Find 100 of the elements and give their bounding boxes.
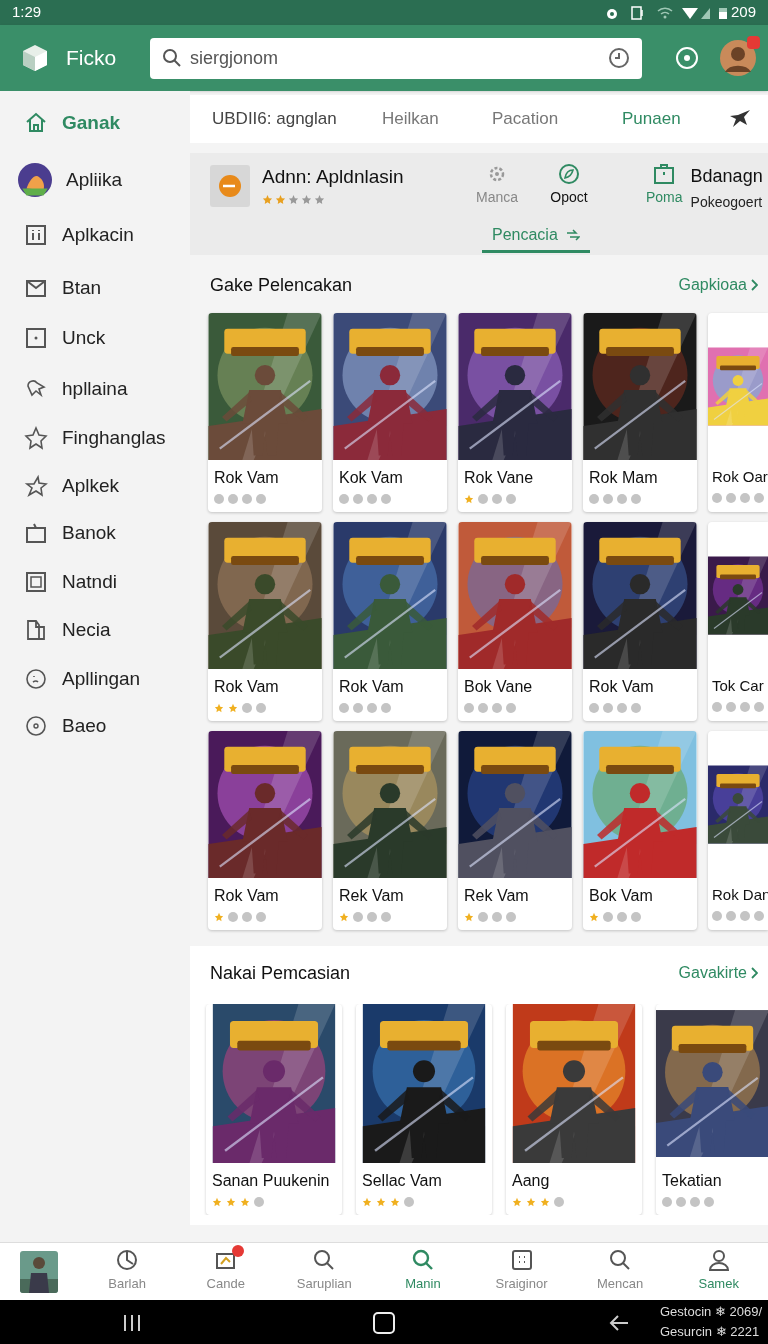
sidebar-item[interactable]: Btan bbox=[0, 266, 190, 310]
game-card[interactable]: Tekatian bbox=[656, 1004, 768, 1215]
sidebar-item[interactable]: Unck bbox=[0, 316, 190, 360]
tab[interactable]: Heilkan bbox=[382, 106, 492, 132]
game-card[interactable]: Bok Vane bbox=[458, 522, 572, 721]
side-title: Bdanagn bbox=[690, 165, 763, 188]
sidebar-item[interactable]: Aplkacin bbox=[0, 213, 190, 257]
rating-dot-icon bbox=[712, 910, 722, 921]
nav-tab[interactable]: Samek bbox=[669, 1249, 768, 1294]
nav-tab[interactable]: Barlah bbox=[77, 1249, 177, 1294]
game-title: Rok Oar bbox=[712, 467, 768, 487]
game-card[interactable]: Rek Vam bbox=[458, 731, 572, 930]
timer-icon bbox=[116, 1249, 139, 1272]
sidebar-item[interactable]: Necia bbox=[0, 608, 190, 652]
sidebar-item[interactable]: Apliika bbox=[0, 158, 190, 202]
action-button[interactable]: Opoct bbox=[536, 163, 602, 208]
rating-dot-icon bbox=[506, 703, 516, 713]
avatar-icon[interactable] bbox=[720, 40, 756, 76]
sidebar-item[interactable]: hpllaina bbox=[0, 367, 190, 411]
game-title: Tekatian bbox=[662, 1171, 723, 1191]
nav-tab[interactable]: Cande bbox=[176, 1249, 276, 1294]
star-icon bbox=[339, 912, 349, 922]
compass-icon[interactable] bbox=[674, 45, 700, 71]
clock-icon[interactable] bbox=[608, 47, 630, 69]
home-button-icon[interactable] bbox=[373, 1312, 395, 1334]
document-icon bbox=[24, 618, 48, 642]
game-card[interactable]: Rok Vam bbox=[333, 522, 447, 721]
rating-dot-icon bbox=[242, 912, 252, 922]
sidebar-item[interactable]: Ganak bbox=[0, 101, 190, 145]
search-icon bbox=[162, 48, 182, 68]
rating-dot-icon bbox=[740, 910, 750, 921]
nav-tab[interactable]: Sraiginor bbox=[472, 1249, 571, 1294]
rating-dot-icon bbox=[492, 912, 502, 922]
search-icon bbox=[411, 1249, 434, 1272]
person-icon bbox=[707, 1249, 730, 1272]
back-icon[interactable] bbox=[609, 1314, 629, 1332]
tab[interactable]: UBDII6: agnglan bbox=[212, 106, 382, 132]
nav-tab[interactable]: Manin bbox=[373, 1249, 473, 1294]
game-card[interactable]: Tok Car bbox=[708, 522, 768, 721]
rating-dot-icon bbox=[492, 494, 502, 504]
game-card[interactable]: Bok Vam bbox=[583, 731, 697, 930]
rating-dot-icon bbox=[589, 494, 599, 504]
rating-dot-icon bbox=[367, 912, 377, 922]
game-card[interactable]: Kok Vam bbox=[333, 313, 447, 512]
game-title: Rok Mam bbox=[589, 468, 659, 488]
game-card[interactable]: Sellac Vam bbox=[356, 1004, 492, 1215]
search-bar[interactable]: siergjonom bbox=[150, 37, 642, 79]
game-card[interactable]: Rek Vam bbox=[333, 731, 447, 930]
nav-tab[interactable]: Saruplian bbox=[275, 1249, 374, 1294]
game-title: Rok Vam bbox=[339, 677, 405, 697]
sidebar-item[interactable]: Apllingan bbox=[0, 657, 190, 701]
system-info-text: Gestocin ❄ 2069/ bbox=[660, 1303, 763, 1321]
game-card[interactable]: Rok Vane bbox=[458, 313, 572, 512]
recent-apps-icon[interactable] bbox=[122, 1314, 142, 1332]
star-icon bbox=[226, 1197, 236, 1207]
folder-icon bbox=[24, 521, 48, 545]
game-card[interactable]: Rok Vam bbox=[208, 313, 322, 512]
rating-dot-icon bbox=[367, 494, 377, 504]
game-card[interactable]: Rok Vam bbox=[208, 731, 322, 930]
sidebar-item[interactable]: Natndi bbox=[0, 560, 190, 604]
rating-dot-icon bbox=[712, 701, 722, 712]
nav-tab[interactable]: Mencan bbox=[570, 1249, 670, 1294]
search-input[interactable]: siergjonom bbox=[190, 44, 600, 72]
rating-dot-icon bbox=[228, 912, 238, 922]
side-action[interactable]: Poma bbox=[646, 163, 683, 213]
star-icon bbox=[512, 1197, 522, 1207]
rating-dot-icon bbox=[381, 494, 391, 504]
sidebar-item[interactable]: Baeo bbox=[0, 704, 190, 748]
game-card[interactable]: Rok Mam bbox=[583, 313, 697, 512]
rating-dot-icon bbox=[367, 703, 377, 713]
game-card[interactable]: Sanan Puukenin bbox=[206, 1004, 342, 1215]
game-card[interactable]: Rok Vam bbox=[208, 522, 322, 721]
rating-dot-icon bbox=[353, 912, 363, 922]
tab[interactable]: Pencacia bbox=[482, 219, 590, 253]
star-icon bbox=[228, 703, 238, 713]
rating-dot-icon bbox=[242, 703, 252, 713]
see-more-link[interactable]: Gavakirte bbox=[678, 961, 758, 985]
rating-dot-icon bbox=[662, 1197, 672, 1207]
sidebar-item[interactable]: Finghanglas bbox=[0, 416, 190, 460]
sidebar-item[interactable]: Aplkek bbox=[0, 464, 190, 508]
rating-dot-icon bbox=[740, 701, 750, 712]
game-card[interactable]: Rok Vam bbox=[583, 522, 697, 721]
game-title: Tok Car bbox=[712, 676, 765, 696]
game-title: Bok Vane bbox=[464, 677, 534, 697]
frame-icon bbox=[24, 570, 48, 594]
star-icon bbox=[464, 912, 474, 922]
notification-badge bbox=[747, 36, 760, 49]
rating-dot-icon bbox=[381, 912, 391, 922]
see-more-link[interactable]: Gapkioaa bbox=[678, 273, 758, 297]
tab[interactable]: Punaen bbox=[622, 106, 722, 132]
leaf-icon bbox=[558, 163, 580, 185]
rating-dot-icon bbox=[228, 494, 238, 504]
chevron-icon bbox=[751, 967, 758, 979]
game-card[interactable]: Rok Oar bbox=[708, 313, 768, 512]
sidebar-item[interactable]: Banok bbox=[0, 511, 190, 555]
rating-dot-icon bbox=[214, 494, 224, 504]
game-card[interactable]: Aang bbox=[506, 1004, 642, 1215]
tab[interactable]: Pacation bbox=[492, 106, 622, 132]
rating-dot-icon bbox=[353, 703, 363, 713]
rating-dot-icon bbox=[754, 492, 764, 503]
